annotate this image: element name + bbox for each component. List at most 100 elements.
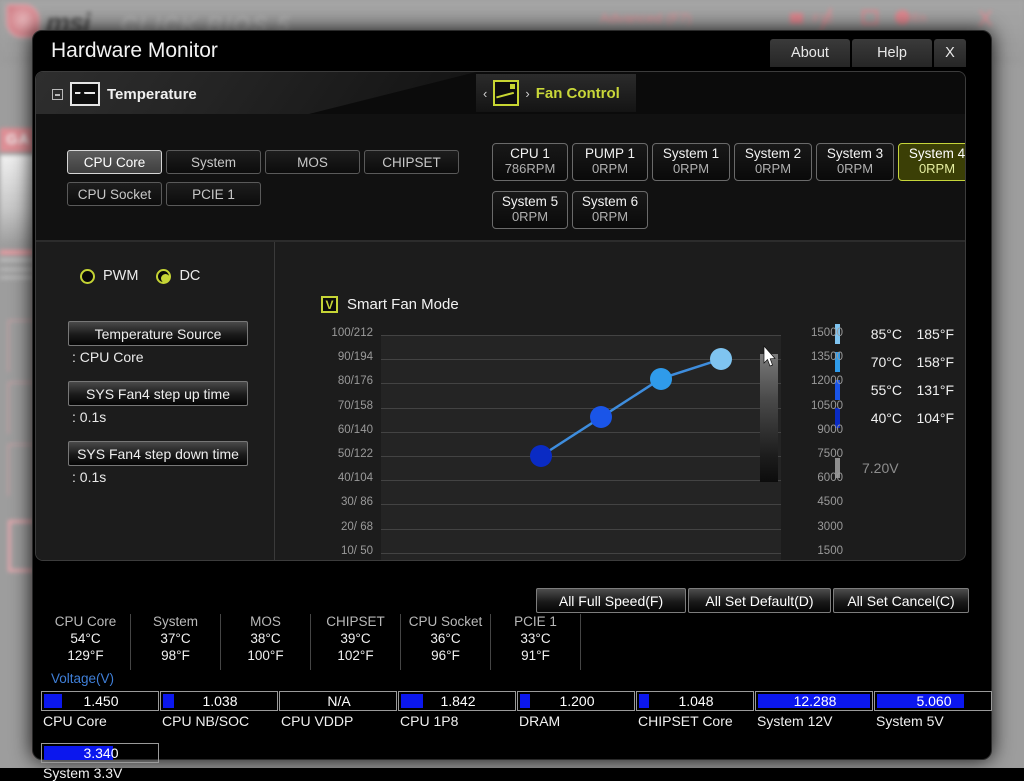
tab-fan-control-label: Fan Control — [536, 85, 620, 102]
chart-y-tick-right: 12000 — [793, 375, 843, 387]
chevron-right-icon[interactable]: › — [525, 86, 529, 101]
checkbox-checked-icon[interactable]: V — [321, 296, 338, 313]
chart-y-tick-left: 90/194 — [303, 351, 373, 363]
fan-rpm: 0RPM — [755, 162, 791, 176]
fan-button-system-3[interactable]: System 3 0RPM — [816, 143, 894, 181]
voltage-gauge: 1.200 — [517, 691, 635, 711]
temp-source-cpu-socket[interactable]: CPU Socket — [67, 182, 162, 206]
temp-name: System — [131, 614, 220, 629]
voltage-label: System 3.3V — [43, 765, 122, 781]
chart-y-tick-right: 6000 — [793, 472, 843, 484]
fan-curve-point-1[interactable] — [530, 445, 552, 467]
fan-rpm: 0RPM — [919, 162, 955, 176]
step-up-time-button[interactable]: SYS Fan4 step up time — [68, 381, 248, 406]
temperature-readouts: CPU Core 54°C 129°F System 37°C 98°F MOS… — [41, 614, 621, 670]
voltage-readout-chipset-core: 1.048CHIPSET Core — [636, 691, 754, 711]
temperature-source-value: : CPU Core — [72, 349, 144, 365]
temp-readout-pcie-1: PCIE 1 33°C 91°F — [491, 614, 581, 670]
voltage-value: 1.200 — [518, 693, 636, 709]
fan-name: CPU 1 — [510, 147, 550, 162]
tab-fan-control[interactable]: ‹ › Fan Control — [476, 74, 636, 112]
voltage-gauge: 1.048 — [636, 691, 754, 711]
temp-fahrenheit: 96°F — [401, 648, 490, 663]
fan-rpm: 0RPM — [673, 162, 709, 176]
about-button[interactable]: About — [770, 39, 850, 67]
voltage-label: System 12V — [757, 713, 832, 729]
voltage-gauge: 5.060 — [874, 691, 992, 711]
fan-speed-slider[interactable] — [760, 354, 778, 482]
voltage-readout-dram: 1.200DRAM — [517, 691, 635, 711]
language-selector: En — [895, 10, 927, 25]
fan-curve-point-3[interactable] — [650, 368, 672, 390]
fan-button-system-4[interactable]: System 4 0RPM — [898, 143, 966, 181]
fan-name: System 3 — [827, 147, 883, 162]
all-set-default-button[interactable]: All Set Default(D) — [688, 588, 831, 613]
temperature-source-button[interactable]: Temperature Source — [68, 321, 248, 346]
temp-readout-cpu-core: CPU Core 54°C 129°F — [41, 614, 131, 670]
page-title: Hardware Monitor — [51, 39, 218, 63]
chart-y-tick-left: 80/176 — [303, 375, 373, 387]
voltage-label: CPU Core — [43, 713, 107, 729]
fan-button-system-1[interactable]: System 1 0RPM — [652, 143, 730, 181]
fan-curve-plot[interactable] — [381, 335, 781, 561]
temp-source-mos[interactable]: MOS — [265, 150, 360, 174]
screenshot-hotkey-label: : F12 — [790, 12, 833, 26]
legend-voltage: 6.00V — [954, 410, 966, 426]
chart-y-tick-left: 30/ 86 — [303, 496, 373, 508]
chart-y-tick-right: 4500 — [793, 496, 843, 508]
collapse-icon[interactable] — [52, 89, 63, 100]
temp-celsius: 36°C — [401, 631, 490, 646]
voltage-value: 12.288 — [756, 693, 874, 709]
radio-dc-label: DC — [179, 268, 200, 284]
voltage-gauge: 12.288 — [755, 691, 873, 711]
fan-name: PUMP 1 — [585, 147, 635, 162]
all-set-cancel-button[interactable]: All Set Cancel(C) — [833, 588, 969, 613]
radio-pwm[interactable] — [80, 269, 95, 284]
radio-pwm-label: PWM — [103, 268, 138, 284]
legend-fahrenheit: 185°F — [902, 326, 954, 342]
screenshot-icon — [862, 10, 878, 25]
voltage-value: 1.450 — [42, 693, 160, 709]
temp-name: CPU Core — [41, 614, 130, 629]
temp-source-chipset[interactable]: CHIPSET — [364, 150, 459, 174]
fan-button-pump-1[interactable]: PUMP 1 0RPM — [572, 143, 648, 181]
tab-temperature[interactable]: Temperature — [52, 82, 197, 106]
fan-mode-radio-group: PWM DC — [80, 268, 200, 284]
step-down-time-button[interactable]: SYS Fan4 step down time — [68, 441, 248, 466]
chart-y-tick-left: 50/122 — [303, 448, 373, 460]
voltage-gauge: N/A — [279, 691, 397, 711]
fan-button-cpu-1[interactable]: CPU 1 786RPM — [492, 143, 568, 181]
voltage-readout-system-5v: 5.060System 5V — [874, 691, 992, 711]
voltage-label: CPU VDDP — [281, 713, 353, 729]
fan-button-system-2[interactable]: System 2 0RPM — [734, 143, 812, 181]
legend-fahrenheit: 104°F — [902, 410, 954, 426]
radio-dc[interactable] — [156, 269, 171, 284]
voltage-label: CPU 1P8 — [400, 713, 458, 729]
legend-voltage-inactive: 7.20V — [862, 460, 899, 476]
chevron-left-icon[interactable]: ‹ — [483, 86, 487, 101]
help-button[interactable]: Help — [852, 39, 932, 67]
language-label: En — [912, 11, 927, 25]
bios-close-icon: X — [978, 6, 993, 32]
voltage-label: CHIPSET Core — [638, 713, 733, 729]
fan-button-system-6[interactable]: System 6 0RPM — [572, 191, 648, 229]
legend-row: 70°C 158°F 10.80V — [835, 348, 966, 376]
temp-source-cpu-core[interactable]: CPU Core — [67, 150, 162, 174]
fan-name: System 4 — [909, 147, 965, 162]
fan-button-system-5[interactable]: System 5 0RPM — [492, 191, 568, 229]
close-button[interactable]: X — [934, 39, 966, 67]
temp-readout-chipset: CHIPSET 39°C 102°F — [311, 614, 401, 670]
temp-name: CPU Socket — [401, 614, 490, 629]
fan-name: System 1 — [663, 147, 719, 162]
all-full-speed-button[interactable]: All Full Speed(F) — [536, 588, 686, 613]
fan-rpm: 0RPM — [592, 210, 628, 224]
temp-source-system[interactable]: System — [166, 150, 261, 174]
temp-source-pcie-1[interactable]: PCIE 1 — [166, 182, 261, 206]
voltage-value: N/A — [280, 693, 398, 709]
temp-celsius: 38°C — [221, 631, 310, 646]
smart-fan-mode-toggle[interactable]: V Smart Fan Mode — [321, 296, 459, 313]
temp-celsius: 39°C — [311, 631, 400, 646]
legend-celsius: 70°C — [862, 354, 902, 370]
voltage-value: 1.048 — [637, 693, 755, 709]
voltage-gauge: 1.450 — [41, 691, 159, 711]
